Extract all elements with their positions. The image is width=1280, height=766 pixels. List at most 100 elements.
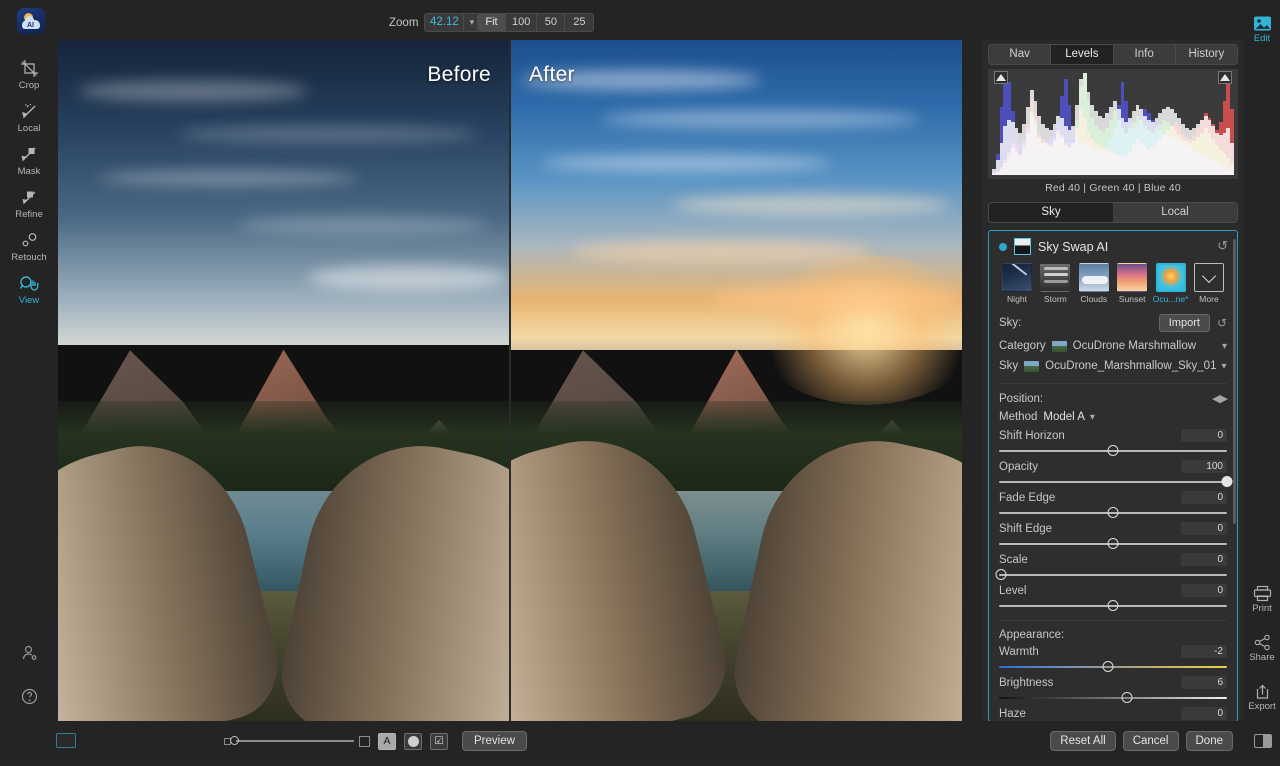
account-button[interactable] bbox=[0, 632, 58, 675]
method-row[interactable]: Method Model A ▾ bbox=[989, 407, 1237, 427]
large-square-icon[interactable] bbox=[359, 736, 370, 747]
zoom-preset-50[interactable]: 50 bbox=[537, 14, 565, 31]
import-sky-button[interactable]: Import bbox=[1159, 314, 1210, 332]
rail-item-share[interactable]: Share bbox=[1244, 623, 1280, 672]
filled-circle-icon[interactable] bbox=[404, 733, 422, 750]
chevron-down-icon[interactable]: ▾ bbox=[1090, 412, 1095, 423]
tab-info[interactable]: Info bbox=[1114, 45, 1176, 64]
slider-value[interactable]: 100 bbox=[1181, 460, 1227, 473]
tab-local[interactable]: Local bbox=[1113, 203, 1237, 222]
sidebar-item-view[interactable]: View bbox=[0, 266, 58, 309]
clip-warning-triangle-icon-left[interactable] bbox=[994, 71, 1008, 84]
image-canvas[interactable]: Before bbox=[58, 40, 962, 721]
help-button[interactable] bbox=[0, 675, 58, 718]
slider-track[interactable] bbox=[999, 506, 1227, 520]
panel-tab-bar[interactable]: Nav Levels Info History bbox=[988, 44, 1238, 65]
tab-nav[interactable]: Nav bbox=[989, 45, 1051, 64]
slider-value[interactable]: 0 bbox=[1181, 491, 1227, 504]
preset-storm[interactable]: Storm bbox=[1037, 263, 1073, 304]
sidebar-item-crop[interactable]: Crop bbox=[0, 51, 58, 94]
rail-item-export[interactable]: Export bbox=[1244, 672, 1280, 721]
cancel-button[interactable]: Cancel bbox=[1123, 731, 1179, 751]
slider-value[interactable]: -2 bbox=[1181, 645, 1227, 658]
slider-track[interactable] bbox=[999, 691, 1227, 705]
split-view-icon[interactable] bbox=[1254, 734, 1272, 748]
preset-ocudrone[interactable]: Ocu...ne* bbox=[1153, 263, 1189, 304]
slider-knob-icon[interactable] bbox=[1222, 476, 1233, 487]
reset-all-button[interactable]: Reset All bbox=[1050, 731, 1115, 751]
tab-levels[interactable]: Levels bbox=[1051, 45, 1113, 64]
slider-value[interactable]: 0 bbox=[1181, 553, 1227, 566]
preset-clouds[interactable]: Clouds bbox=[1076, 263, 1112, 304]
panel-scrollbar[interactable] bbox=[1233, 239, 1236, 524]
auto-mask-button[interactable]: A bbox=[378, 733, 396, 750]
zoom-input-wrapper[interactable]: 42.12 ▾ bbox=[424, 13, 480, 32]
reset-arrow-icon[interactable]: ↺ bbox=[1217, 239, 1228, 252]
color-swatch-icon[interactable] bbox=[56, 733, 76, 748]
slider-warmth[interactable]: Warmth-2 bbox=[989, 643, 1237, 674]
slider-track[interactable] bbox=[999, 660, 1227, 674]
chevron-down-icon[interactable]: ▾ bbox=[1222, 341, 1227, 352]
slider-value[interactable]: 0 bbox=[1181, 707, 1227, 720]
preview-button[interactable]: Preview bbox=[462, 731, 527, 751]
tool-enabled-dot-icon[interactable] bbox=[999, 243, 1007, 251]
rail-item-print[interactable]: Print bbox=[1244, 574, 1280, 623]
checkbox-icon[interactable]: ☑ bbox=[430, 733, 448, 750]
slider-haze[interactable]: Haze0 bbox=[989, 705, 1237, 722]
slider-shift-edge[interactable]: Shift Edge0 bbox=[989, 520, 1237, 551]
sky-selection-row[interactable]: Sky OcuDrone_Marshmallow_Sky_01 ▾ bbox=[989, 356, 1237, 376]
slider-fade-edge[interactable]: Fade Edge0 bbox=[989, 489, 1237, 520]
slider-track[interactable] bbox=[999, 568, 1227, 582]
slider-track[interactable] bbox=[999, 444, 1227, 458]
sidebar-label-refine: Refine bbox=[15, 209, 42, 220]
zoom-slider[interactable] bbox=[236, 740, 354, 742]
slider-level[interactable]: Level0 bbox=[989, 582, 1237, 613]
slider-value[interactable]: 0 bbox=[1181, 584, 1227, 597]
layer-thumbnail-icon[interactable] bbox=[1014, 238, 1031, 255]
rail-item-edit[interactable]: Edit bbox=[1244, 8, 1280, 49]
chevron-down-icon[interactable]: ▾ bbox=[1221, 361, 1226, 372]
slider-knob-icon[interactable] bbox=[230, 736, 239, 745]
slider-knob-icon[interactable] bbox=[1108, 507, 1119, 518]
left-right-arrows-icon[interactable]: ◀▶ bbox=[1212, 392, 1227, 405]
slider-track[interactable] bbox=[999, 537, 1227, 551]
slider-knob-icon[interactable] bbox=[1108, 445, 1119, 456]
slider-knob-icon[interactable] bbox=[1103, 661, 1114, 672]
sidebar-item-local[interactable]: Local bbox=[0, 94, 58, 137]
tab-sky[interactable]: Sky bbox=[989, 203, 1113, 222]
slider-track[interactable] bbox=[999, 599, 1227, 613]
zoom-preset-100[interactable]: 100 bbox=[506, 14, 537, 31]
slider-knob-icon[interactable] bbox=[996, 569, 1007, 580]
slider-knob-icon[interactable] bbox=[1108, 538, 1119, 549]
tab-history[interactable]: History bbox=[1176, 45, 1237, 64]
slider-track[interactable] bbox=[999, 475, 1227, 489]
done-button[interactable]: Done bbox=[1186, 731, 1234, 751]
slider-shift-horizon[interactable]: Shift Horizon0 bbox=[989, 427, 1237, 458]
zoom-preset-fit[interactable]: Fit bbox=[478, 14, 506, 31]
slider-value[interactable]: 0 bbox=[1181, 429, 1227, 442]
zoom-preset-25[interactable]: 25 bbox=[565, 14, 593, 31]
slider-knob-icon[interactable] bbox=[1108, 600, 1119, 611]
zoom-input[interactable]: 42.12 bbox=[425, 14, 463, 31]
preset-more[interactable]: More bbox=[1191, 263, 1227, 304]
edit-mode-tabs[interactable]: Sky Local bbox=[988, 202, 1238, 223]
slider-scale[interactable]: Scale0 bbox=[989, 551, 1237, 582]
preset-sunset[interactable]: Sunset bbox=[1114, 263, 1150, 304]
slider-knob-icon[interactable] bbox=[1121, 692, 1132, 703]
slider-value[interactable]: 6 bbox=[1181, 676, 1227, 689]
slider-value[interactable]: 0 bbox=[1181, 522, 1227, 535]
sidebar-item-mask[interactable]: Mask bbox=[0, 137, 58, 180]
sidebar-item-refine[interactable]: Refine bbox=[0, 180, 58, 223]
preset-sunset-thumbnail-icon bbox=[1117, 263, 1147, 292]
after-image-pane[interactable]: After bbox=[509, 40, 962, 721]
slider-brightness[interactable]: Brightness6 bbox=[989, 674, 1237, 705]
sidebar-item-retouch[interactable]: Retouch bbox=[0, 223, 58, 266]
reset-arrow-icon[interactable]: ↺ bbox=[1217, 316, 1227, 330]
sky-category-row[interactable]: Category OcuDrone Marshmallow ▾ bbox=[989, 336, 1237, 356]
fit-zoom-segmented-control[interactable]: Fit 100 50 25 bbox=[477, 13, 594, 32]
preset-night[interactable]: Night bbox=[999, 263, 1035, 304]
clip-warning-triangle-icon-right[interactable] bbox=[1218, 71, 1232, 84]
before-image-pane[interactable]: Before bbox=[58, 40, 509, 721]
sky-presets-row[interactable]: Night Storm Clouds Sunset Ocu...ne* bbox=[989, 261, 1237, 310]
slider-opacity[interactable]: Opacity100 bbox=[989, 458, 1237, 489]
